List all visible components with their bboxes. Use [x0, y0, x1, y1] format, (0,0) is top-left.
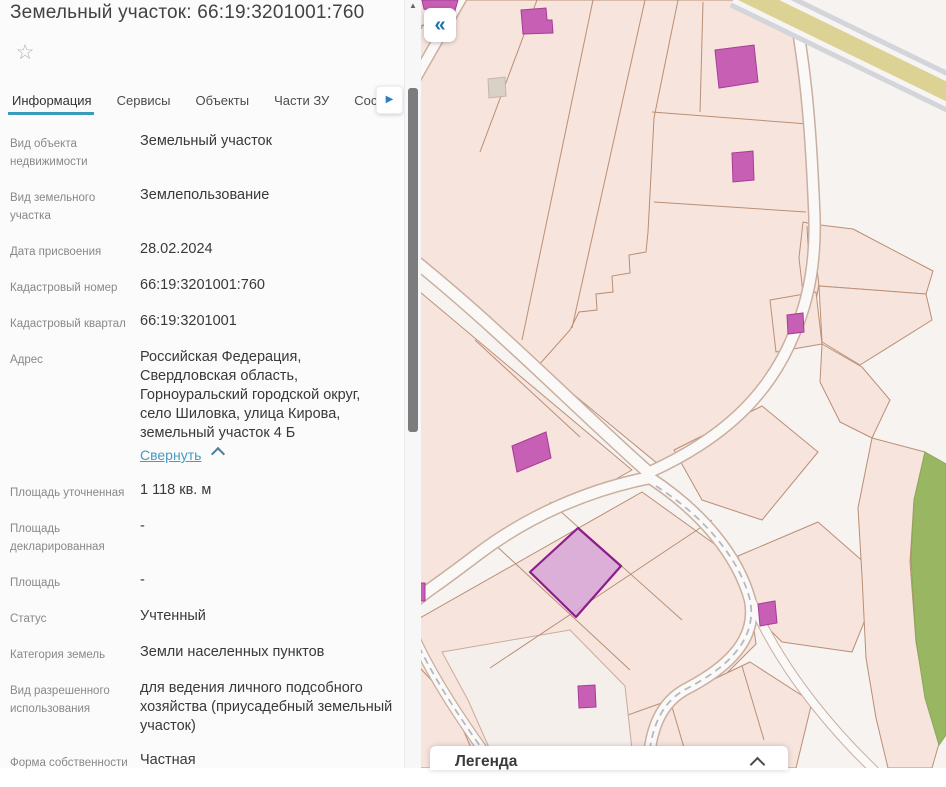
scrollbar-thumb[interactable] [408, 88, 418, 432]
panel-scrollbar[interactable]: ▲ [404, 0, 421, 768]
field-row: СтатусУчтенный [10, 607, 395, 628]
field-row: Вид земельного участкаЗемлепользование [10, 186, 395, 225]
scroll-up-icon[interactable]: ▲ [405, 1, 421, 10]
field-row: Площадь- [10, 571, 395, 592]
chevron-up-icon[interactable] [750, 757, 766, 773]
field-row: Вид объекта недвижимостиЗемельный участо… [10, 132, 395, 171]
field-row: Площадь декларированная- [10, 517, 395, 556]
attributes-list: Вид объекта недвижимостиЗемельный участо… [10, 132, 395, 787]
field-row: Кадастровый квартал66:19:3201001 [10, 312, 395, 333]
legend-bar[interactable]: Легенда [430, 746, 788, 770]
chevron-up-icon[interactable] [211, 447, 225, 461]
tab-services[interactable]: Сервисы [117, 93, 171, 108]
building-gray [488, 77, 506, 98]
tab-parcel-parts[interactable]: Части ЗУ [274, 93, 329, 108]
page-title: Земельный участок: 66:19:3201001:760 [10, 1, 400, 25]
field-row: Кадастровый номер66:19:3201001:760 [10, 276, 395, 297]
legend-title: Легенда [455, 753, 517, 771]
tab-objects[interactable]: Объекты [195, 93, 249, 108]
tab-information[interactable]: Информация [12, 93, 92, 108]
object-info-panel: Земельный участок: 66:19:3201001:760 ☆ И… [0, 0, 404, 768]
field-row: Площадь уточненная1 118 кв. м [10, 481, 395, 502]
field-row: Категория земельЗемли населенных пунктов [10, 643, 395, 664]
tab-scroll-right-icon[interactable]: ▶ [376, 86, 403, 114]
field-row: Вид разрешенного использованиядля ведени… [10, 679, 395, 736]
cadastral-map[interactable] [420, 0, 946, 768]
address-text: Российская Федерация, Свердловская облас… [140, 349, 360, 441]
tab-bar: Информация Сервисы Объекты Части ЗУ Сост… [0, 86, 416, 115]
active-tab-underline [8, 112, 94, 115]
favorite-star-icon[interactable]: ☆ [12, 40, 38, 66]
map-area [420, 0, 946, 768]
collapse-address-link[interactable]: Свернуть [140, 446, 201, 465]
field-row: Дата присвоения28.02.2024 [10, 240, 395, 261]
collapse-panel-button[interactable]: « [424, 8, 456, 42]
field-row-address: Адрес Российская Федерация, Свердловская… [10, 348, 395, 466]
field-row: Форма собственностиЧастная [10, 751, 395, 772]
